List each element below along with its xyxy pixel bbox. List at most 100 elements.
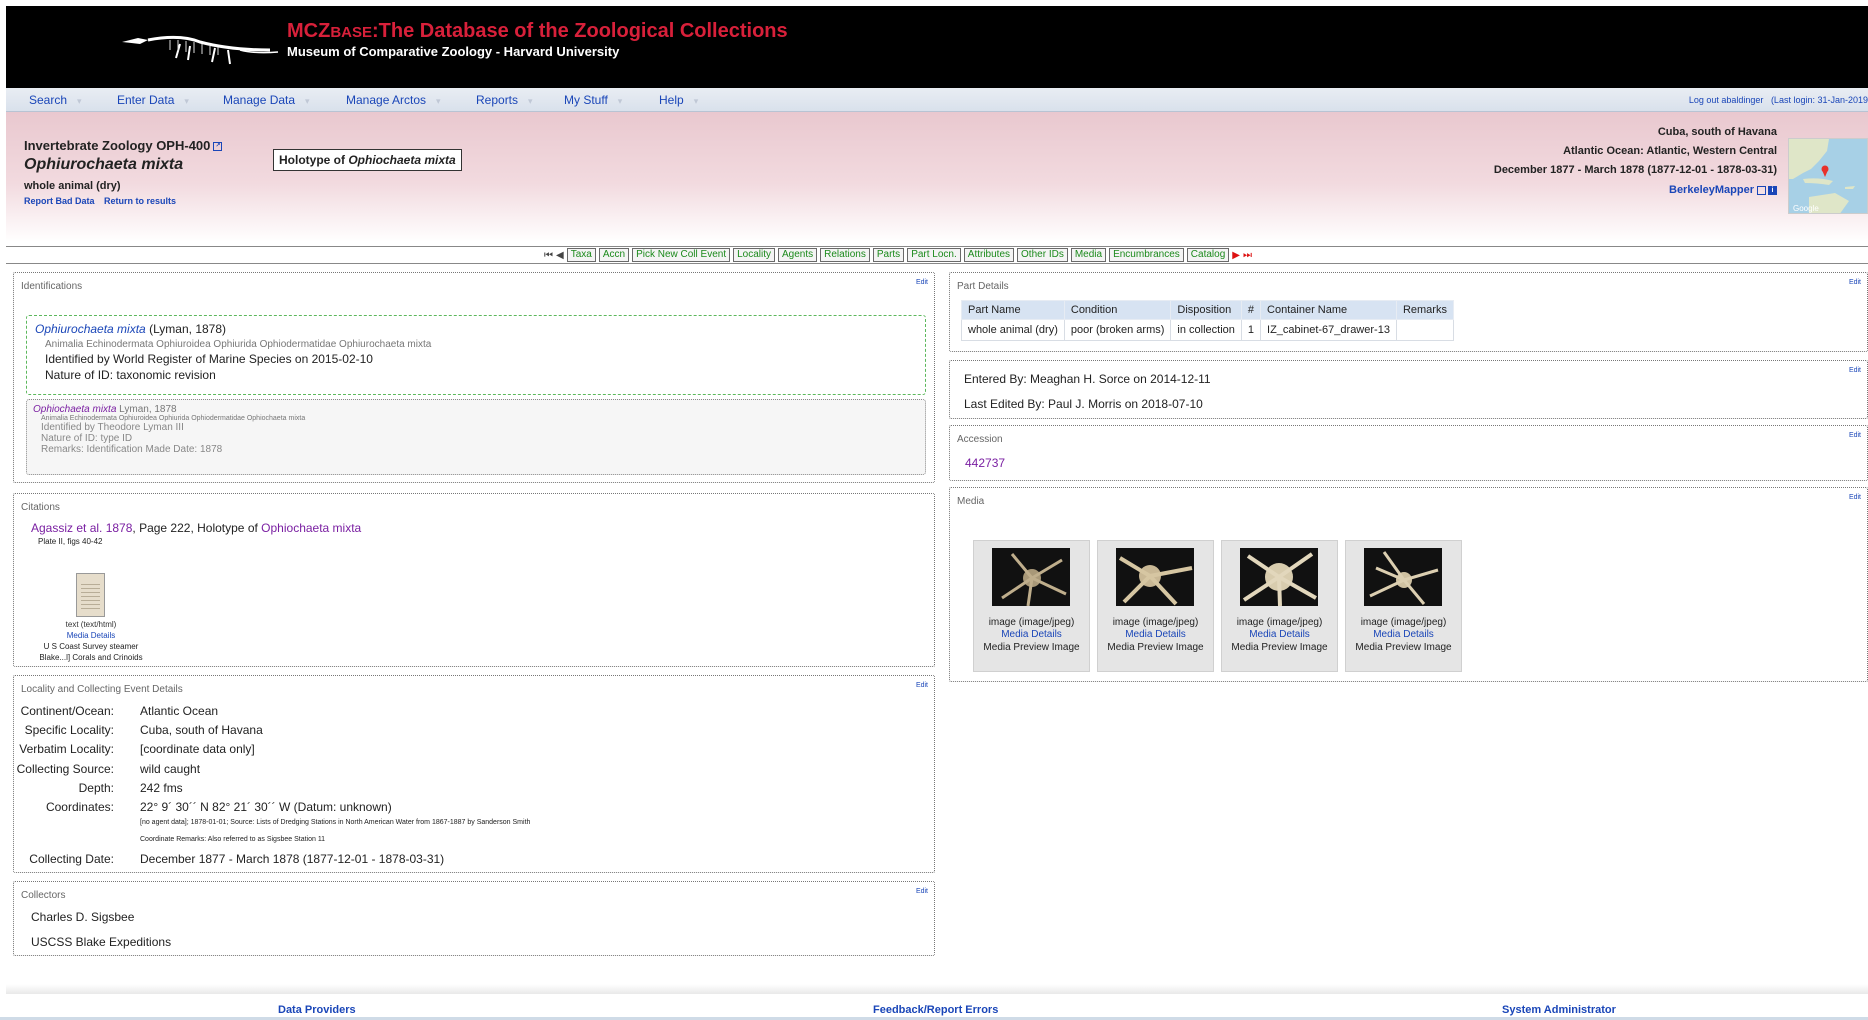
identifications-edit-link[interactable]: Edit [916, 279, 928, 286]
nav-media-button[interactable]: Media [1070, 248, 1107, 262]
media-preview-label: Media Preview Image [1107, 642, 1204, 653]
info-icon[interactable]: i [1768, 185, 1777, 195]
media-type: image (image/jpeg) [988, 617, 1075, 628]
media-card: image (image/jpeg) Media Details Media P… [1345, 540, 1462, 672]
citation-plate: Plate II, figs 40-42 [38, 537, 103, 546]
media-preview-label: Media Preview Image [1355, 642, 1452, 653]
nav-other-ids-button[interactable]: Other IDs [1017, 248, 1068, 262]
specimen-image[interactable] [1116, 548, 1194, 606]
nav-locality-button[interactable]: Locality [733, 248, 775, 262]
media-details-link[interactable]: Media Details [1098, 629, 1213, 640]
previous-nature-of-id: Nature of ID: type ID [41, 433, 133, 444]
feedback-link[interactable]: Feedback/Report Errors [873, 1004, 998, 1016]
media-preview-label: Media Preview Image [983, 642, 1080, 653]
berkeley-mapper-link[interactable]: BerkeleyMapper i [1669, 184, 1777, 196]
site-header: MCZBASE:The Database of the Zoological C… [0, 0, 1868, 88]
menu-search[interactable]: Search ▾ [29, 93, 82, 107]
citations-title: Citations [21, 502, 60, 513]
external-link-icon[interactable] [1757, 185, 1766, 195]
accession-edit-link[interactable]: Edit [1849, 432, 1861, 439]
return-to-results-link[interactable]: Return to results [104, 196, 176, 206]
collector-name: USCSS Blake Expeditions [31, 935, 172, 949]
entered-by-panel: Edit Entered By: Meaghan H. Sorce on 201… [949, 360, 1868, 419]
specimen-image[interactable] [1240, 548, 1318, 606]
media-card: image (image/jpeg) Media Details Media P… [973, 540, 1090, 672]
previous-taxon-link[interactable]: Ophiochaeta mixta [33, 404, 116, 415]
logout-link[interactable]: Log out abaldinger (Last login: 31-Jan-2… [1689, 95, 1868, 105]
nav-agents-button[interactable]: Agents [778, 248, 818, 262]
last-record-icon[interactable]: ⏭ [1243, 250, 1252, 261]
media-details-link[interactable]: Media Details [1222, 629, 1337, 640]
specimen-summary: Invertebrate Zoology OPH-400 ↗ Ophiurocha… [6, 112, 1868, 242]
specimen-image[interactable] [992, 548, 1070, 606]
media-details-link[interactable]: Media Details [1346, 629, 1461, 640]
coordinate-remarks: Coordinate Remarks: Also referred to as … [140, 836, 326, 843]
coordinate-source-note: [no agent data]; 1878-01-01; Source: Lis… [140, 819, 531, 826]
locality-title: Locality and Collecting Event Details [21, 684, 183, 695]
nav-parts-button[interactable]: Parts [872, 248, 905, 262]
column-header: Remarks [1395, 300, 1454, 320]
next-record-icon[interactable]: ▶ [1232, 250, 1240, 261]
citation-reference-link[interactable]: Agassiz et al. 1878 [31, 521, 132, 535]
entered-by: Entered By: Meaghan H. Sorce on 2014-12-… [964, 372, 1211, 386]
citation-caption: U S Coast Survey steamer [43, 642, 139, 651]
menu-manage-data[interactable]: Manage Data ▾ [223, 93, 310, 107]
collectors-title: Collectors [21, 890, 66, 901]
menu-help[interactable]: Help ▾ [659, 93, 698, 107]
column-header: Disposition [1170, 300, 1242, 320]
nav-part-locn-button[interactable]: Part Locn. [907, 248, 961, 262]
document-thumbnail[interactable] [76, 573, 105, 617]
citation-media-details-link[interactable]: Media Details [26, 631, 156, 640]
menu-enter-data[interactable]: Enter Data ▾ [117, 93, 189, 107]
column-header: Container Name [1260, 300, 1397, 320]
column-header: # [1240, 300, 1262, 320]
media-details-link[interactable]: Media Details [974, 629, 1089, 640]
map-thumbnail[interactable]: Google [1788, 138, 1868, 214]
part-details-edit-link[interactable]: Edit [1849, 279, 1861, 286]
nav-relations-button[interactable]: Relations [820, 248, 870, 262]
accession-panel: Accession Edit 442737 [949, 425, 1868, 481]
menu-manage-arctos[interactable]: Manage Arctos ▾ [346, 93, 441, 107]
media-edit-link[interactable]: Edit [1849, 494, 1861, 501]
first-record-icon[interactable]: ⏮ [544, 250, 553, 261]
table-cell: poor (broken arms) [1063, 319, 1172, 341]
entered-by-edit-link[interactable]: Edit [1849, 367, 1861, 374]
citations-panel: Citations Agassiz et al. 1878, Page 222,… [13, 493, 935, 667]
nav-catalog-button[interactable]: Catalog [1186, 248, 1230, 262]
type-status-badge: Holotype of Ophiochaeta mixta [273, 149, 462, 171]
menu-my-stuff[interactable]: My Stuff ▾ [564, 93, 622, 107]
media-card: image (image/jpeg) Media Details Media P… [1221, 540, 1338, 672]
footer-divider [6, 984, 1868, 994]
media-title: Media [957, 496, 985, 507]
citation-taxon-link[interactable]: Ophiochaeta mixta [261, 521, 361, 535]
table-cell: in collection [1170, 319, 1242, 341]
nav-attributes-button[interactable]: Attributes [963, 248, 1015, 262]
external-link-icon[interactable]: ↗ [213, 142, 223, 152]
collectors-edit-link[interactable]: Edit [916, 888, 928, 895]
system-administrator-link[interactable]: System Administrator [1502, 1004, 1616, 1016]
data-providers-link[interactable]: Data Providers [278, 1004, 356, 1016]
current-taxon-link[interactable]: Ophiurochaeta mixta [35, 322, 146, 336]
site-title: MCZBASE:The Database of the Zoological C… [287, 20, 788, 42]
previous-record-icon[interactable]: ◀ [556, 250, 564, 261]
menu-reports[interactable]: Reports ▾ [476, 93, 533, 107]
geo-higher: Atlantic Ocean: Atlantic, Western Centra… [1563, 145, 1777, 157]
table-header-row: Part Name Condition Disposition # Contai… [961, 300, 1454, 320]
accession-number-link[interactable]: 442737 [965, 456, 1005, 470]
previous-taxonomy: Animalia Echinodermata Ophiuroidea Ophiu… [41, 415, 306, 422]
nav-accn-button[interactable]: Accn [598, 248, 630, 262]
identifications-panel: Identifications Edit Ophiurochaeta mixta… [13, 272, 935, 483]
identifications-title: Identifications [21, 281, 83, 292]
report-bad-data-link[interactable]: Report Bad Data [24, 196, 95, 206]
nav-pick-coll-event-button[interactable]: Pick New Coll Event [632, 248, 731, 262]
media-panel: Media Edit image (image/jpeg) Media Deta… [949, 487, 1868, 682]
specimen-image[interactable] [1364, 548, 1442, 606]
nav-encumbrances-button[interactable]: Encumbrances [1109, 248, 1184, 262]
part-details-panel: Part Details Edit Part Name Condition Di… [949, 272, 1868, 352]
table-cell: IZ_cabinet-67_drawer-13 [1260, 319, 1397, 341]
locality-edit-link[interactable]: Edit [916, 682, 928, 689]
current-identification: Ophiurochaeta mixta (Lyman, 1878) Animal… [26, 315, 926, 395]
column-header: Condition [1063, 300, 1172, 320]
table-cell: whole animal (dry) [961, 319, 1065, 341]
nav-taxa-button[interactable]: Taxa [566, 248, 596, 262]
